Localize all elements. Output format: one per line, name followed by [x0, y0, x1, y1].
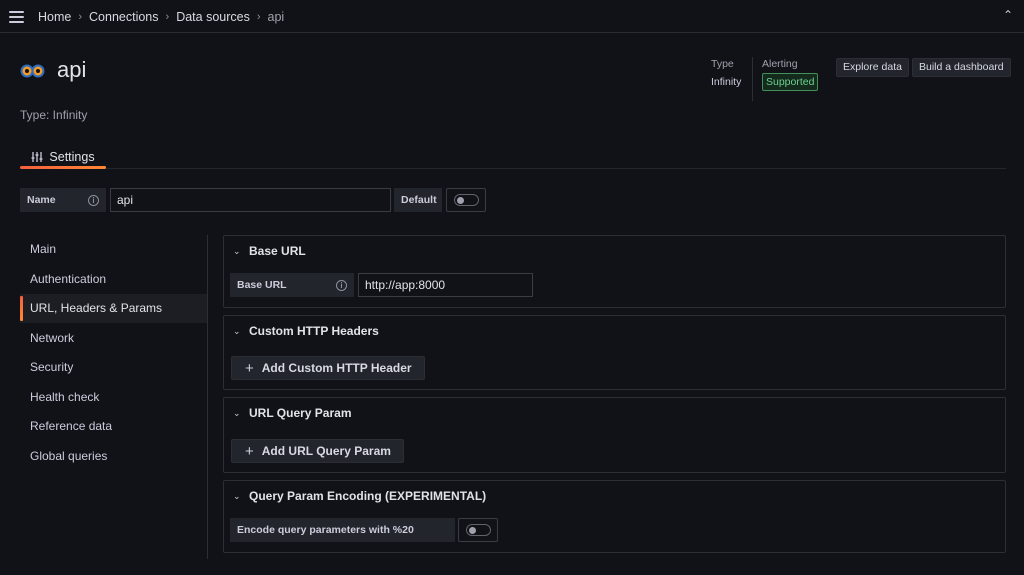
nav-item-reference-data[interactable]: Reference data	[20, 412, 207, 441]
meta-type-label: Type	[711, 58, 734, 70]
section-header-base-url[interactable]: ⌄ Base URL	[233, 244, 306, 258]
top-bar: Home › Connections › Data sources › api …	[0, 0, 1024, 33]
nav-item-url-headers-params[interactable]: URL, Headers & Params	[20, 294, 207, 323]
breadcrumb: Home › Connections › Data sources › api	[38, 10, 284, 24]
chevron-down-icon: ⌄	[233, 490, 241, 501]
section-base-url: ⌄ Base URL Base URL i	[223, 235, 1006, 308]
info-icon[interactable]: i	[88, 195, 99, 206]
chevron-down-icon: ⌄	[233, 245, 241, 256]
toggle-switch	[454, 194, 479, 206]
chevron-up-icon[interactable]: ⌃	[1000, 8, 1016, 24]
section-header-query-params[interactable]: ⌄ URL Query Param	[233, 406, 352, 420]
default-toggle[interactable]	[446, 188, 486, 212]
add-query-param-button[interactable]: + Add URL Query Param	[231, 439, 404, 463]
status-badge: Supported	[762, 73, 819, 91]
meta-divider	[752, 57, 753, 101]
section-query-params: ⌄ URL Query Param + Add URL Query Param	[223, 397, 1006, 473]
chevron-right-icon: ›	[256, 11, 261, 23]
base-url-label-text: Base URL	[237, 279, 287, 291]
nav-item-authentication[interactable]: Authentication	[20, 265, 207, 294]
build-dashboard-button[interactable]: Build a dashboard	[912, 58, 1011, 77]
encode-query-toggle[interactable]	[458, 518, 498, 542]
nav-item-network[interactable]: Network	[20, 324, 207, 353]
nav-item-security[interactable]: Security	[20, 353, 207, 382]
section-title: Custom HTTP Headers	[249, 324, 379, 338]
meta-alerting-label: Alerting	[762, 58, 798, 70]
section-title: URL Query Param	[249, 406, 352, 420]
nav-item-main[interactable]: Main	[20, 235, 207, 264]
meta-type: Type Infinity	[711, 58, 741, 88]
breadcrumb-connections[interactable]: Connections	[89, 10, 159, 24]
meta-alerting: Alerting Supported	[762, 58, 819, 91]
tab-settings-label: Settings	[49, 150, 95, 164]
encode-query-label: Encode query parameters with %20	[230, 518, 455, 542]
nav-item-global-queries[interactable]: Global queries	[20, 442, 207, 471]
chevron-down-icon: ⌄	[233, 407, 241, 418]
sliders-icon	[31, 152, 43, 162]
add-custom-header-button[interactable]: + Add Custom HTTP Header	[231, 356, 425, 380]
section-title: Query Param Encoding (EXPERIMENTAL)	[249, 489, 487, 503]
chevron-right-icon: ›	[165, 11, 170, 23]
page-title: api	[57, 57, 87, 82]
datasource-type: Type: Infinity	[20, 108, 88, 122]
nav-item-health-check[interactable]: Health check	[20, 383, 207, 412]
breadcrumb-home[interactable]: Home	[38, 10, 71, 24]
name-input[interactable]	[110, 188, 391, 212]
default-label: Default	[394, 188, 442, 212]
name-label: Name i	[20, 188, 106, 212]
base-url-label: Base URL i	[230, 273, 354, 297]
section-param-encoding: ⌄ Query Param Encoding (EXPERIMENTAL) En…	[223, 480, 1006, 553]
add-custom-header-label: Add Custom HTTP Header	[261, 361, 412, 375]
plus-icon: +	[245, 359, 254, 377]
base-url-input[interactable]	[358, 273, 533, 297]
section-custom-headers: ⌄ Custom HTTP Headers + Add Custom HTTP …	[223, 315, 1006, 390]
add-query-param-label: Add URL Query Param	[261, 444, 391, 458]
settings-side-nav: Main Authentication URL, Headers & Param…	[20, 235, 208, 559]
name-label-text: Name	[27, 194, 56, 206]
meta-type-value: Infinity	[711, 76, 742, 88]
section-header-param-encoding[interactable]: ⌄ Query Param Encoding (EXPERIMENTAL)	[233, 489, 486, 503]
toggle-switch	[466, 524, 491, 536]
chevron-down-icon: ⌄	[233, 325, 241, 336]
info-icon[interactable]: i	[336, 280, 347, 291]
tab-settings[interactable]: Settings	[20, 146, 106, 168]
plus-icon: +	[245, 442, 254, 460]
breadcrumb-data-sources[interactable]: Data sources	[176, 10, 250, 24]
infinity-logo-icon	[20, 64, 45, 78]
menu-icon[interactable]	[9, 11, 24, 23]
section-header-custom-headers[interactable]: ⌄ Custom HTTP Headers	[233, 324, 379, 338]
section-title: Base URL	[249, 244, 306, 258]
chevron-right-icon: ›	[78, 11, 83, 23]
active-tab-indicator	[20, 166, 106, 169]
tab-bar-divider	[20, 168, 1006, 169]
explore-data-button[interactable]: Explore data	[836, 58, 909, 77]
breadcrumb-current: api	[267, 10, 285, 24]
